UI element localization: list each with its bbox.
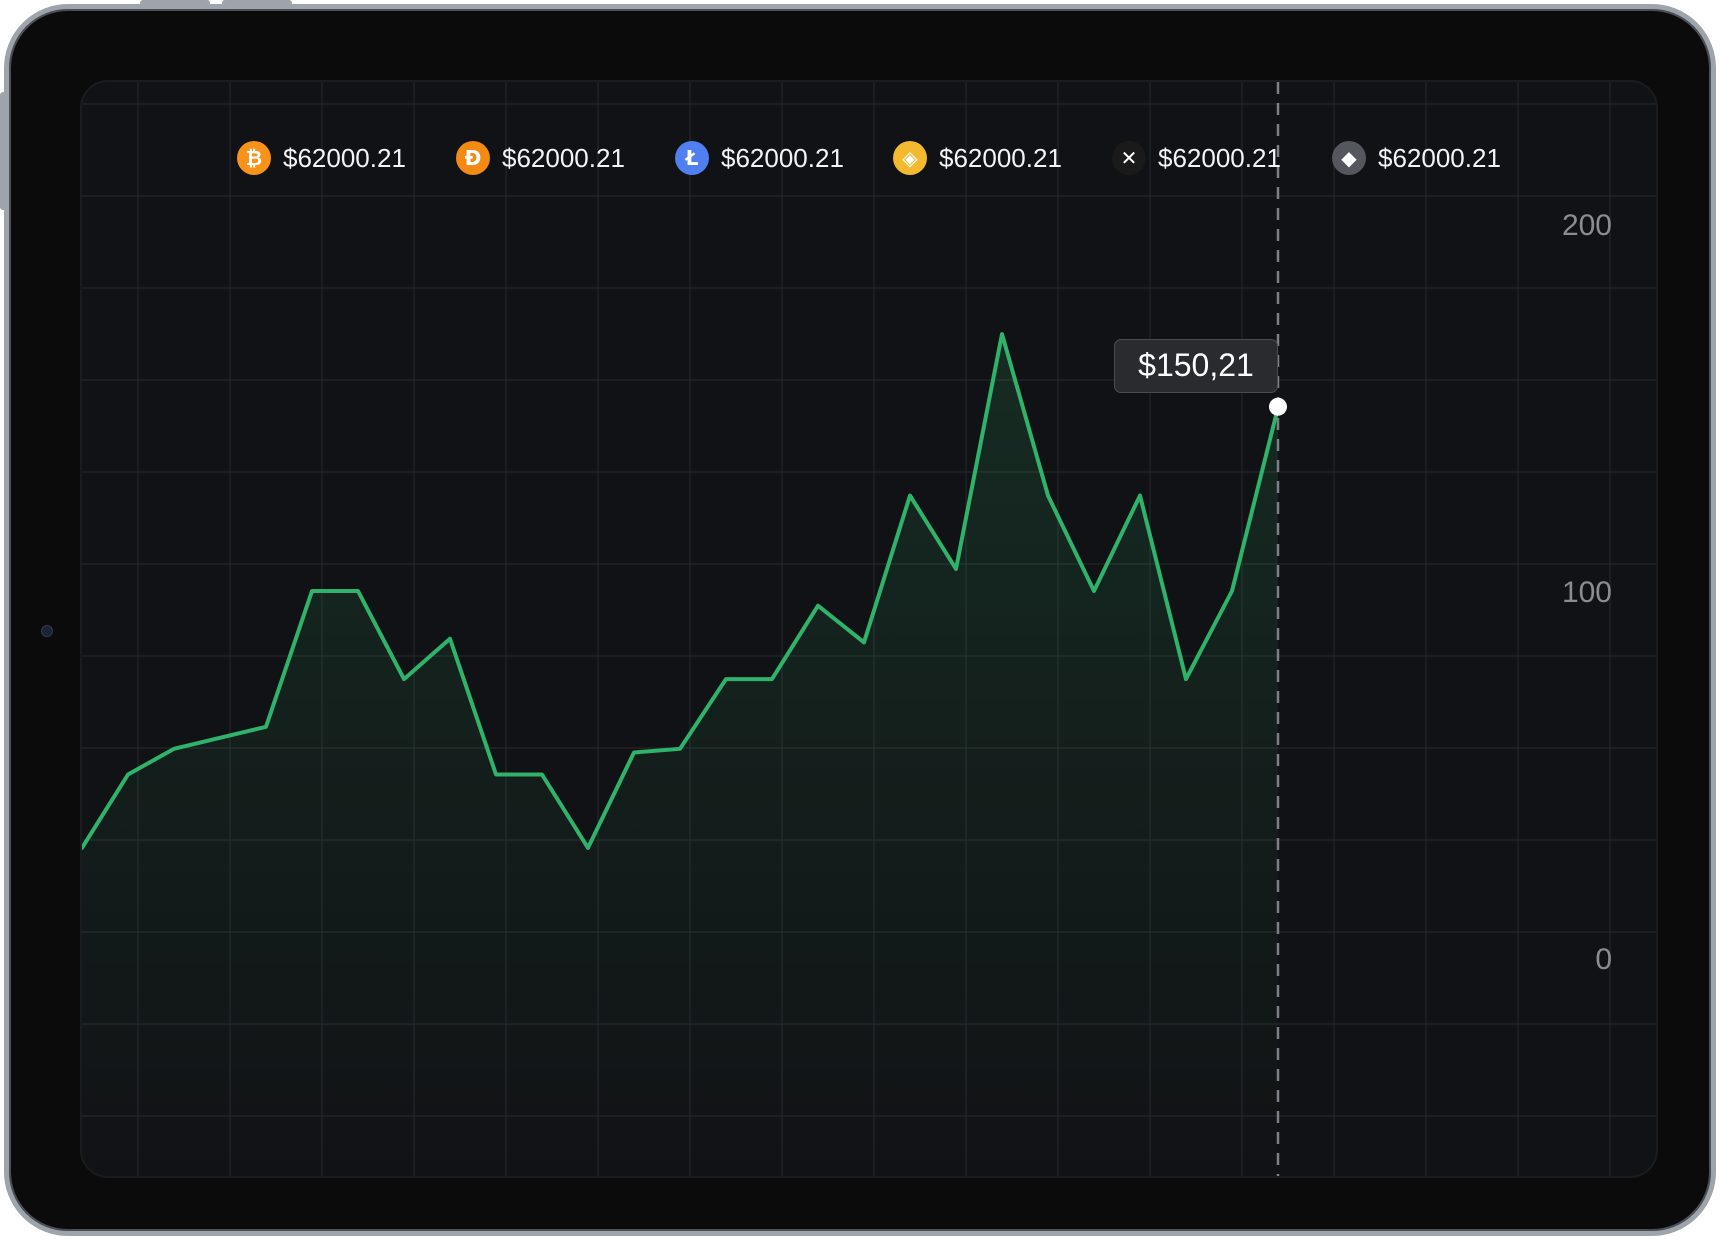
ticker-price: $62000.21 [939,142,1062,173]
ethereum-icon: ◆ [1332,141,1366,175]
price-tooltip: $150,21 [1114,338,1278,393]
ticker-price: $62000.21 [283,142,406,173]
ticker-xrp: ✕ $62000.21 [1112,136,1281,180]
tablet-frame: 0 100 200 ₿ $62000.21 Đ $62000.21 Ł $62000.21 ◈ $… [4,4,1716,1236]
y-tick-label: 200 [1562,209,1612,242]
price-chart: 0 100 200 [82,82,1656,1176]
chart-screen: 0 100 200 ₿ $62000.21 Đ $62000.21 Ł $62000.21 ◈ $… [80,80,1658,1178]
binance-icon: ◈ [893,141,927,175]
highlight-point [1269,397,1287,416]
ticker-price: $62000.21 [1158,142,1281,173]
dogecoin-icon: Đ [456,141,490,175]
ticker-price: $62000.21 [502,142,625,173]
ticker-binance: ◈ $62000.21 [893,136,1062,180]
y-tick-label: 100 [1562,576,1612,609]
litecoin-icon: Ł [675,141,709,175]
ticker-bitcoin: ₿ $62000.21 [237,136,406,180]
ticker-litecoin: Ł $62000.21 [675,136,844,180]
ticker-price: $62000.21 [1378,142,1501,173]
ticker-dogecoin: Đ $62000.21 [456,136,625,180]
ticker-price: $62000.21 [721,142,844,173]
camera-dot [41,625,53,637]
series-area [82,334,1278,1176]
ticker-ethereum: ◆ $62000.21 [1332,136,1501,180]
ticker-row: ₿ $62000.21 Đ $62000.21 Ł $62000.21 ◈ $62000.21… [82,136,1656,180]
bitcoin-icon: ₿ [237,141,271,175]
y-tick-label: 0 [1595,943,1612,976]
xrp-icon: ✕ [1112,141,1146,175]
